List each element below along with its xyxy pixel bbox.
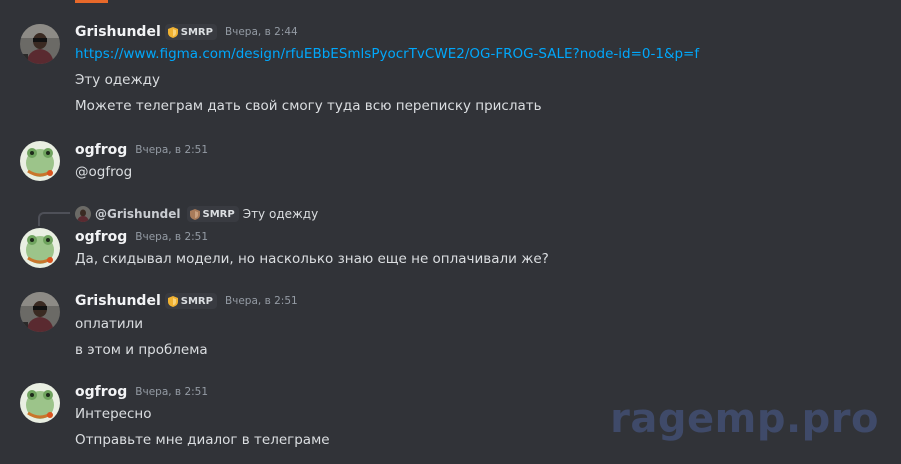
shield-icon <box>167 295 178 307</box>
timestamp[interactable]: Вчера, в 2:51 <box>135 386 208 398</box>
message-text: в этом и проблема <box>75 342 208 358</box>
reply-username[interactable]: @Grishundel <box>95 207 181 221</box>
username[interactable]: Grishundel <box>75 293 161 309</box>
shield-icon <box>189 208 200 220</box>
message-text: Можете телеграм дать свой смогу туда всю… <box>75 98 542 114</box>
server-tag-label: SMRP <box>180 295 213 307</box>
watermark-logo: ragemp.pro <box>610 396 879 442</box>
server-tag[interactable]: SMRP <box>164 24 217 40</box>
server-tag-label: SMRP <box>180 26 213 38</box>
message-text: Эту одежду <box>75 72 160 88</box>
username[interactable]: ogfrog <box>75 229 127 245</box>
reply-server-tag: SMRP <box>186 206 239 222</box>
timestamp[interactable]: Вчера, в 2:51 <box>225 295 298 307</box>
server-tag[interactable]: SMRP <box>164 293 217 309</box>
avatar-grishundel-icon[interactable] <box>20 24 60 64</box>
username[interactable]: Grishundel <box>75 24 161 40</box>
message-header: ogfrog Вчера, в 2:51 <box>75 140 208 160</box>
avatar-ogfrog-icon[interactable] <box>20 141 60 181</box>
username[interactable]: ogfrog <box>75 384 127 400</box>
reply-preview[interactable]: @Grishundel SMRP Эту одежду <box>75 205 318 223</box>
avatar-ogfrog-icon[interactable] <box>20 383 60 423</box>
timestamp[interactable]: Вчера, в 2:51 <box>135 144 208 156</box>
shield-icon <box>167 26 178 38</box>
reply-server-tag-label: SMRP <box>202 208 235 220</box>
message-text: Отправьте мне диалог в телеграме <box>75 432 330 448</box>
message-header: Grishundel SMRP Вчера, в 2:51 <box>75 291 298 311</box>
avatar-ogfrog-icon[interactable] <box>20 228 60 268</box>
message-text: Интересно <box>75 406 152 422</box>
message-header: Grishundel SMRP Вчера, в 2:44 <box>75 22 298 42</box>
timestamp[interactable]: Вчера, в 2:51 <box>135 231 208 243</box>
message-text: оплатили <box>75 316 144 332</box>
timestamp[interactable]: Вчера, в 2:44 <box>225 26 298 38</box>
message-link[interactable]: https://www.figma.com/design/rfuEBbESmls… <box>75 44 699 64</box>
previous-message-stub <box>75 0 108 3</box>
message-header: ogfrog Вчера, в 2:51 <box>75 382 208 402</box>
reply-spine <box>38 212 70 226</box>
username[interactable]: ogfrog <box>75 142 127 158</box>
message-header: ogfrog Вчера, в 2:51 <box>75 227 208 247</box>
mention-text: @ogfrog <box>75 164 133 180</box>
reply-avatar-icon <box>75 206 91 222</box>
reply-text: Эту одежду <box>242 207 319 221</box>
avatar-grishundel-icon[interactable] <box>20 292 60 332</box>
message-text: Да, скидывал модели, но насколько знаю е… <box>75 251 549 267</box>
